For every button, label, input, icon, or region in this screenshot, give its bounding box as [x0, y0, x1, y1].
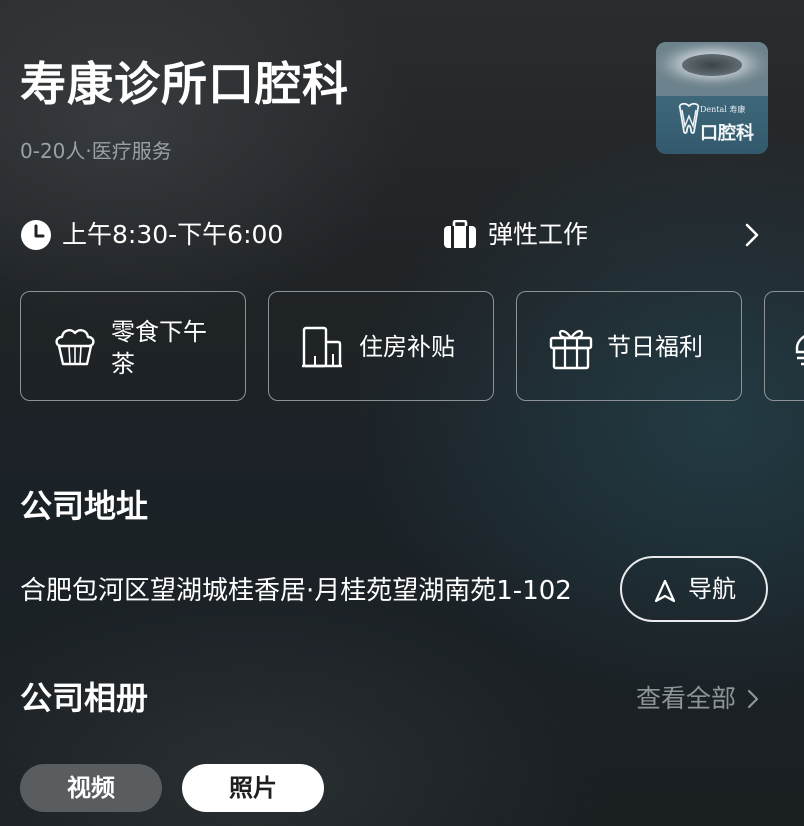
- clock-icon: [21, 220, 51, 250]
- chevron-right-icon[interactable]: [746, 688, 760, 710]
- company-address: 合肥包河区望湖城桂香居·月桂苑望湖南苑1-102: [20, 576, 572, 606]
- partial-benefit-icon: [795, 335, 804, 366]
- benefit-label-snacks: 零食下午茶: [111, 318, 207, 378]
- logo-ceiling-light: [682, 54, 742, 76]
- work-type: 弹性工作: [488, 220, 589, 249]
- gift-icon: [549, 329, 593, 370]
- logo-small-text: Dental 寿康: [700, 105, 746, 114]
- briefcase-icon: [444, 220, 476, 248]
- navigate-label: 导航: [688, 575, 736, 603]
- logo-big-text: 口腔科: [700, 123, 754, 144]
- album-section-title: 公司相册: [20, 679, 149, 717]
- company-meta: 0-20人·医疗服务: [20, 139, 172, 163]
- benefit-card-housing[interactable]: 住房补贴: [268, 291, 494, 401]
- cupcake-icon: [55, 329, 95, 366]
- tab-photo[interactable]: 照片: [182, 764, 324, 812]
- navigate-button[interactable]: 导航: [620, 556, 768, 622]
- view-all-link[interactable]: 查看全部: [636, 682, 736, 716]
- benefit-card-snacks[interactable]: 零食下午茶: [20, 291, 246, 401]
- navigation-arrow-icon: [654, 579, 676, 603]
- benefit-label-holiday: 节日福利: [607, 333, 703, 361]
- building-icon: [302, 326, 342, 368]
- work-hours: 上午8:30-下午6:00: [62, 220, 284, 249]
- chevron-right-icon[interactable]: [742, 222, 762, 248]
- benefit-card-holiday[interactable]: 节日福利: [516, 291, 742, 401]
- address-section-title: 公司地址: [20, 487, 149, 525]
- tab-video[interactable]: 视频: [20, 764, 162, 812]
- tooth-icon: [678, 102, 700, 134]
- benefit-card-more[interactable]: [764, 291, 804, 401]
- benefit-label-housing: 住房补贴: [359, 333, 455, 361]
- company-logo[interactable]: Dental 寿康 口腔科: [656, 42, 768, 154]
- work-info-row[interactable]: 上午8:30-下午6:00 弹性工作: [20, 214, 790, 254]
- company-name: 寿康诊所口腔科: [20, 57, 349, 111]
